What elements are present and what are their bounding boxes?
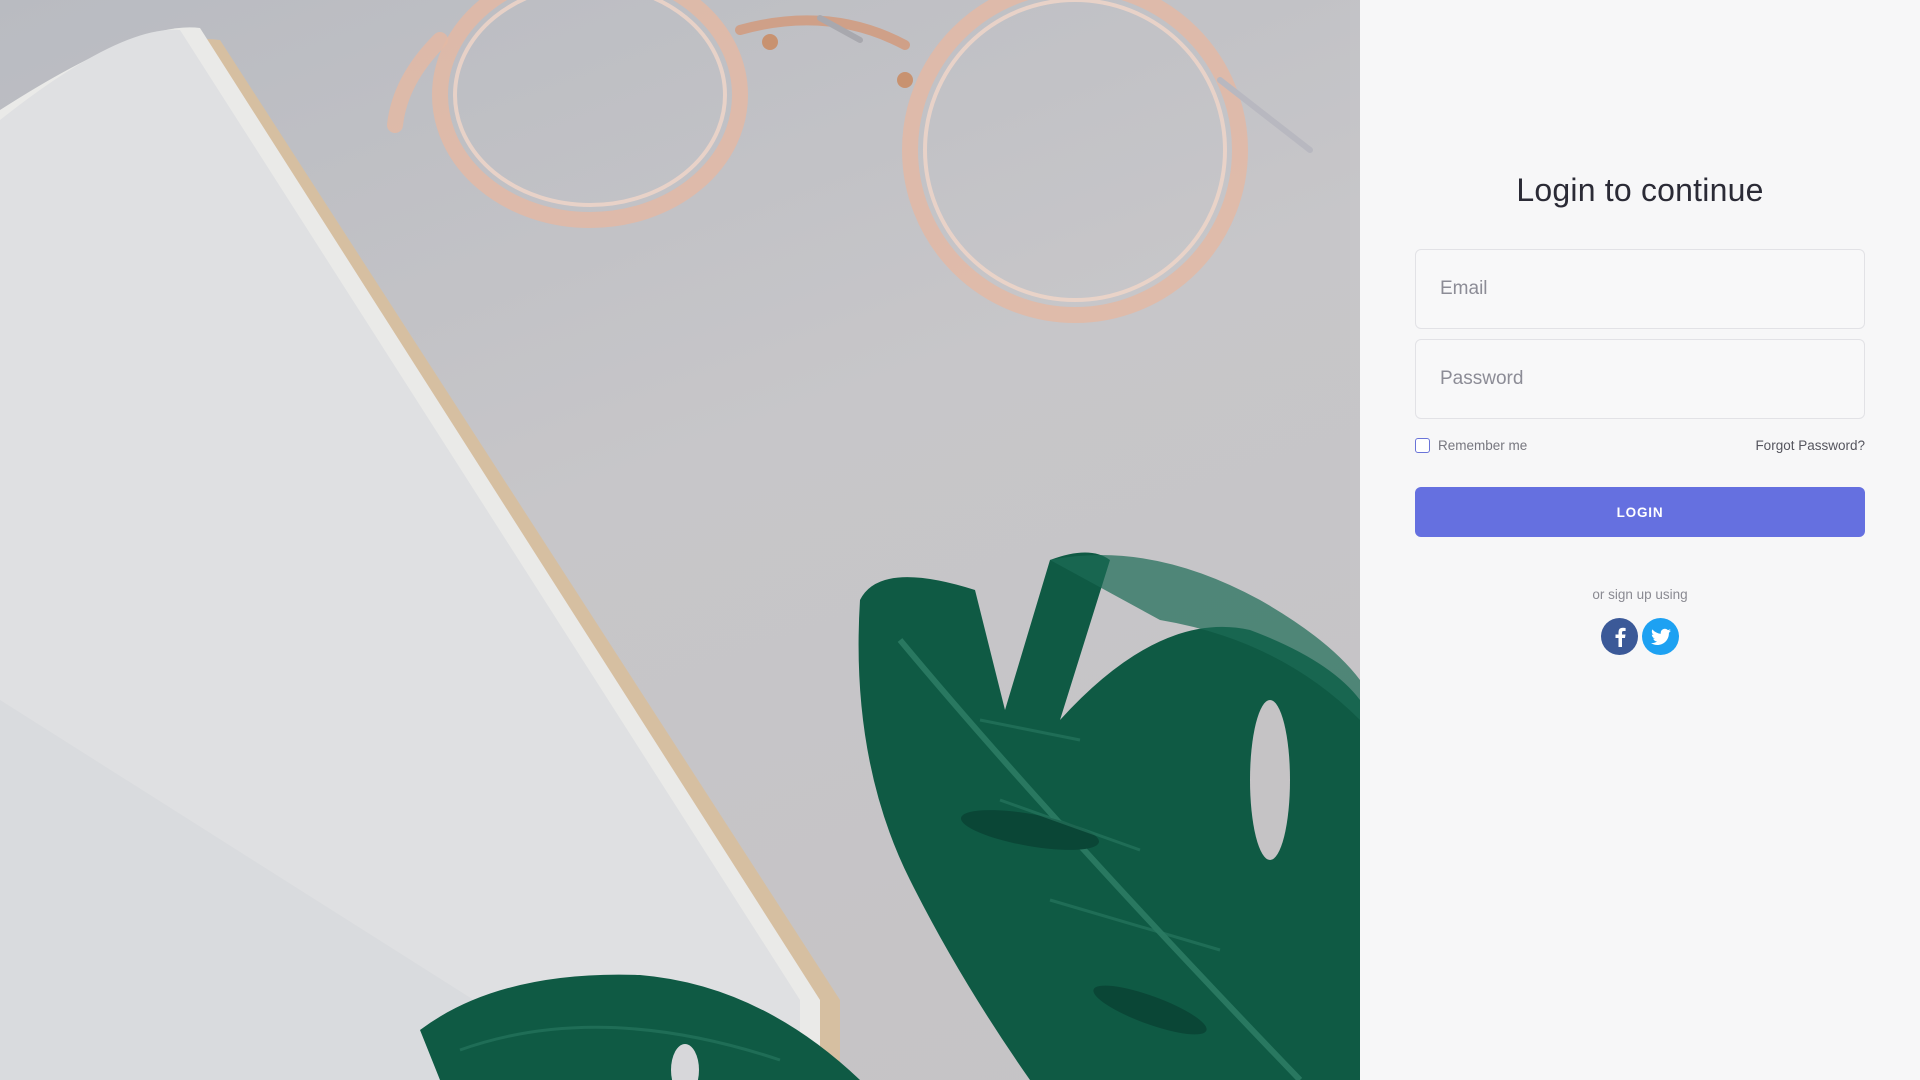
login-form: Login to continue Remember me Forgot Pas… [1415, 160, 1865, 655]
remember-me[interactable]: Remember me [1415, 437, 1528, 453]
twitter-button[interactable] [1642, 618, 1679, 655]
social-buttons [1415, 618, 1865, 655]
notebook-illustration [0, 27, 840, 1080]
twitter-icon [1650, 628, 1671, 645]
login-panel: Login to continue Remember me Forgot Pas… [1360, 0, 1920, 1080]
signup-text: or sign up using [1592, 587, 1688, 602]
monstera-leaf-illustration [858, 552, 1360, 1080]
hero-illustration [0, 0, 1360, 1080]
login-button[interactable]: LOGIN [1415, 487, 1865, 537]
glasses-illustration [387, 0, 1313, 323]
hero-image [0, 0, 1360, 1080]
password-field[interactable] [1415, 339, 1865, 419]
facebook-icon [1615, 627, 1626, 647]
login-options: Remember me Forgot Password? [1415, 435, 1865, 455]
login-page: Login to continue Remember me Forgot Pas… [0, 0, 1920, 1080]
facebook-button[interactable] [1601, 618, 1638, 655]
page-title: Login to continue [1516, 172, 1764, 208]
forgot-password-link[interactable]: Forgot Password? [1755, 438, 1865, 453]
remember-me-checkbox[interactable] [1415, 437, 1430, 453]
remember-me-label: Remember me [1438, 437, 1528, 453]
email-field[interactable] [1415, 249, 1865, 329]
